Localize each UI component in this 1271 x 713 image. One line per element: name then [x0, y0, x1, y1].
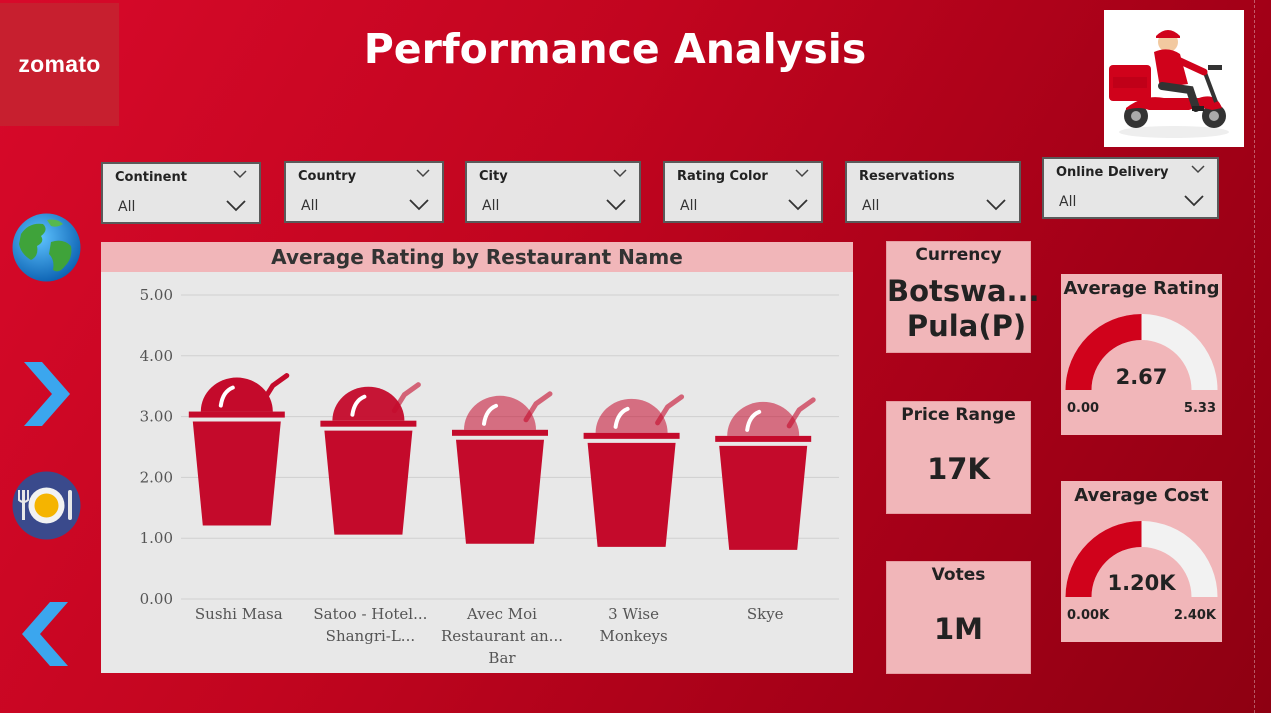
- slicer-rating-color[interactable]: Rating Color All: [663, 161, 823, 223]
- price-range-value: 17K: [927, 452, 990, 486]
- bar-straw: [786, 397, 816, 429]
- slicer-label: Reservations: [859, 169, 955, 184]
- slicer-label: Country: [298, 169, 357, 184]
- slicer-online-delivery[interactable]: Online Delivery All: [1042, 157, 1219, 219]
- chevron-down-icon[interactable]: [613, 169, 627, 178]
- card-title: Votes: [931, 565, 986, 585]
- chevron-down-icon[interactable]: [1191, 165, 1205, 174]
- y-tick-label: 4.00: [140, 347, 173, 365]
- bar-dome: [200, 377, 273, 412]
- page-border-line: [1254, 0, 1255, 713]
- slicer-value: All: [482, 198, 500, 214]
- currency-card: Currency Botswa... Pula(P): [886, 241, 1040, 353]
- logo-text: zomato: [18, 51, 101, 77]
- slicer-country[interactable]: Country All: [284, 161, 444, 223]
- slicer-value: All: [862, 198, 880, 214]
- slicer-value: All: [118, 199, 136, 215]
- gauge-max: 5.33: [1184, 401, 1216, 416]
- x-tick-label: Sushi Masa: [195, 605, 283, 623]
- gauge-value: 2.67: [1116, 365, 1168, 389]
- card-title: Price Range: [901, 405, 1016, 425]
- bar-straw: [391, 382, 421, 414]
- gauge-min: 0.00: [1067, 401, 1099, 416]
- card-title: Currency: [915, 245, 1002, 265]
- globe-icon[interactable]: [11, 212, 82, 283]
- slicer-value: All: [680, 198, 698, 214]
- x-tick-label: Bar: [488, 649, 516, 667]
- chevron-down-icon[interactable]: [606, 199, 626, 211]
- chevron-down-icon[interactable]: [1184, 195, 1204, 207]
- bar: [587, 442, 676, 547]
- average-cost-gauge: Average Cost 1.20K 0.00K 2.40K: [1061, 481, 1222, 642]
- chart-svg: 0.00 1.00 2.00 3.00 4.00 5.00 Sushi Masa Satoo …: [140, 286, 839, 667]
- y-tick-label: 2.00: [140, 468, 173, 486]
- chevron-down-icon[interactable]: [795, 169, 809, 178]
- slicer-value: All: [1059, 194, 1077, 210]
- bar-dome: [332, 386, 405, 421]
- bar: [192, 421, 281, 526]
- x-tick-label: Avec Moi: [466, 605, 537, 623]
- bar-lid: [715, 435, 812, 442]
- average-rating-gauge: Average Rating 2.67 0.00 5.33: [1061, 274, 1222, 435]
- slicer-reservations[interactable]: Reservations All: [845, 161, 1021, 223]
- x-tick-label: Skye: [747, 605, 784, 623]
- gauge-svg: 1.20K 0.00K 2.40K: [1065, 521, 1218, 623]
- chevron-down-icon[interactable]: [788, 199, 808, 211]
- bar-dome: [727, 401, 800, 436]
- bar-dome: [464, 395, 536, 430]
- bar-lid: [320, 420, 417, 427]
- votes-value: 1M: [933, 612, 984, 646]
- slicer-label: Continent: [115, 170, 187, 185]
- y-tick-label: 0.00: [140, 590, 173, 608]
- page-title: Performance Analysis: [363, 25, 867, 73]
- slicer-label: Rating Color: [677, 169, 768, 184]
- slicer-label: Online Delivery: [1056, 165, 1169, 180]
- bar-lid: [188, 411, 285, 418]
- x-tick-label: Restaurant an...: [441, 627, 563, 645]
- bar-lid: [452, 429, 548, 436]
- zomato-logo: zomato: [0, 3, 119, 126]
- chevron-down-icon[interactable]: [986, 199, 1006, 211]
- currency-value-line1: Botswa...: [887, 274, 1040, 308]
- bar: [719, 445, 808, 550]
- bar: [456, 439, 544, 544]
- plate-icon[interactable]: [11, 470, 82, 541]
- chevron-down-icon[interactable]: [226, 200, 246, 212]
- y-tick-label: 3.00: [140, 408, 173, 426]
- next-arrow-icon[interactable]: [20, 358, 72, 430]
- gauge-svg: 2.67 0.00 5.33: [1065, 314, 1218, 416]
- currency-value-line2: Pula(P): [906, 309, 1027, 343]
- y-tick-label: 1.00: [140, 529, 173, 547]
- slicer-city[interactable]: City All: [465, 161, 641, 223]
- x-tick-label: 3 Wise: [608, 605, 659, 623]
- bar-dome: [595, 398, 668, 433]
- votes-card: Votes 1M: [886, 561, 1031, 674]
- chevron-down-icon[interactable]: [409, 199, 429, 211]
- bar-straw: [260, 373, 290, 405]
- price-range-card: Price Range 17K: [886, 401, 1031, 514]
- slicer-label: City: [479, 169, 508, 184]
- chevron-down-icon[interactable]: [416, 169, 430, 178]
- prev-arrow-icon[interactable]: [20, 598, 72, 670]
- gauge-value: 1.20K: [1107, 571, 1176, 595]
- bar: [324, 430, 413, 535]
- x-tick-label: Shangri-L...: [326, 627, 415, 645]
- average-rating-chart: Average Rating by Restaurant Name 0.00 1.…: [101, 242, 853, 673]
- slicer-continent[interactable]: Continent All: [101, 162, 261, 224]
- x-tick-label: Monkeys: [599, 627, 667, 645]
- x-tick-label: Satoo - Hotel...: [313, 605, 427, 623]
- gauge-min: 0.00K: [1067, 608, 1110, 623]
- delivery-rider-image: [1104, 10, 1244, 147]
- bar-straw: [523, 391, 553, 423]
- bar-straw: [655, 394, 685, 426]
- y-tick-label: 5.00: [140, 286, 173, 304]
- chevron-down-icon[interactable]: [233, 170, 247, 179]
- bar-lid: [583, 432, 680, 439]
- slicer-value: All: [301, 198, 319, 214]
- gauge-max: 2.40K: [1174, 608, 1217, 623]
